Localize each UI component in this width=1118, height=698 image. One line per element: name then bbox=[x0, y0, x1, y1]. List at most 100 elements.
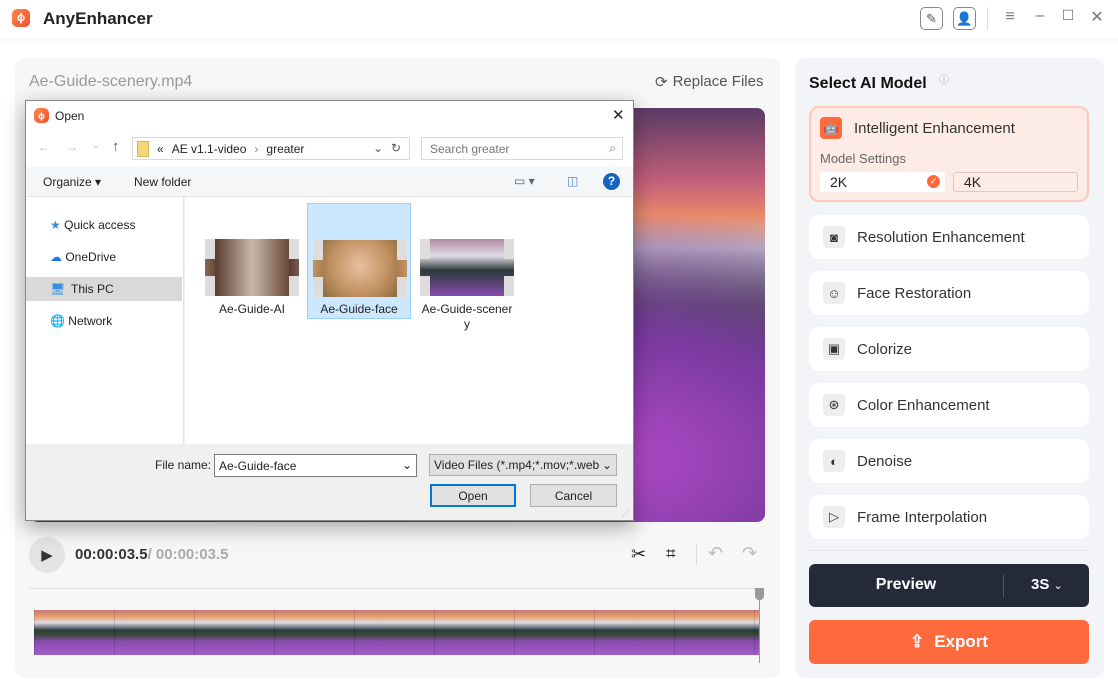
chevron-down-icon[interactable]: ⌄ bbox=[402, 458, 412, 472]
resize-grip-icon[interactable]: ⋰ bbox=[622, 509, 630, 518]
model-frame-interpolation[interactable]: ▷ Frame Interpolation bbox=[809, 495, 1089, 539]
file-type-select[interactable]: Video Files (*.mp4;*.mov;*.web ⌄ bbox=[429, 454, 617, 476]
search-input[interactable]: Search greater ⌕ bbox=[421, 137, 623, 160]
file-name: Ae-Guide-scenery.mp4 bbox=[29, 73, 193, 90]
model-face-restoration[interactable]: ☺ Face Restoration bbox=[809, 271, 1089, 315]
breadcrumb-item[interactable]: greater bbox=[266, 142, 304, 156]
file-item-selected[interactable]: Ae-Guide-face bbox=[307, 203, 411, 319]
cancel-button[interactable]: Cancel bbox=[530, 484, 617, 507]
star-icon: ★ bbox=[50, 218, 61, 232]
dialog-titlebar: ϕ Open ✕ bbox=[26, 101, 633, 131]
chevron-right-icon: › bbox=[254, 141, 259, 156]
colorize-icon: ▣ bbox=[823, 338, 845, 360]
organize-label: Organize bbox=[43, 175, 92, 189]
model-label: Frame Interpolation bbox=[857, 508, 988, 526]
replace-files-button[interactable]: ⟳ Replace Files bbox=[655, 73, 763, 91]
breadcrumb[interactable]: « AE v1.1-video › greater ⌄ ↻ bbox=[132, 137, 410, 160]
replace-icon: ⟳ bbox=[655, 74, 668, 91]
title-bar: ϕ AnyEnhancer ✎ 👤 ≡ – ☐ ✕ bbox=[0, 0, 1118, 38]
file-name: Ae-Guide-face bbox=[320, 302, 398, 316]
replace-label: Replace Files bbox=[672, 73, 764, 90]
model-label: Intelligent Enhancement bbox=[854, 120, 1015, 137]
undo-icon[interactable]: ↶ bbox=[708, 543, 723, 564]
model-resolution-enhancement[interactable]: ◙ Resolution Enhancement bbox=[809, 215, 1089, 259]
view-icon[interactable]: ▭ ▾ bbox=[514, 174, 535, 188]
model-settings-label: Model Settings bbox=[820, 151, 906, 166]
face-icon: ☺ bbox=[823, 282, 845, 304]
user-icon[interactable]: 👤 bbox=[953, 7, 976, 30]
model-label: Color Enhancement bbox=[857, 396, 990, 414]
divider bbox=[1003, 575, 1004, 597]
chevron-down-icon: ⌄ bbox=[1053, 580, 1063, 592]
divider bbox=[809, 550, 1089, 551]
export-label: Export bbox=[934, 632, 989, 651]
frame-interpolation-icon: ▷ bbox=[823, 506, 845, 528]
forward-icon[interactable]: → bbox=[66, 140, 78, 154]
back-icon[interactable]: ← bbox=[38, 140, 50, 154]
open-file-dialog: ϕ Open ✕ ← → ⌄ ↑ « AE v1.1-video › greate… bbox=[25, 100, 634, 521]
option-2k[interactable]: 2K ✓ bbox=[820, 172, 945, 192]
redo-icon[interactable]: ↷ bbox=[742, 543, 757, 564]
dialog-close-icon[interactable]: ✕ bbox=[612, 106, 625, 124]
crop-icon[interactable]: ⌗ bbox=[666, 544, 676, 564]
help-icon[interactable]: ? bbox=[603, 173, 620, 190]
option-4k[interactable]: 4K bbox=[953, 172, 1078, 192]
breadcrumb-overflow[interactable]: « bbox=[157, 142, 164, 156]
network-icon: 🌐 bbox=[50, 314, 65, 328]
model-colorize[interactable]: ▣ Colorize bbox=[809, 327, 1089, 371]
organize-button[interactable]: Organize ▾ bbox=[43, 175, 101, 189]
divider bbox=[987, 7, 988, 30]
close-icon[interactable]: ✕ bbox=[1087, 7, 1107, 27]
minimize-icon[interactable]: – bbox=[1030, 7, 1050, 25]
computer-icon: 🖥 bbox=[50, 282, 66, 296]
file-name: Ae-Guide-scener y bbox=[421, 302, 513, 331]
edit-icon[interactable]: ✎ bbox=[920, 7, 943, 30]
breadcrumb-item[interactable]: AE v1.1-video bbox=[172, 142, 247, 156]
navigation-pane: ★ Quick access ☁ OneDrive 🖥 This PC 🌐 Net… bbox=[26, 197, 184, 444]
preview-button[interactable]: Preview 3S ⌄ bbox=[809, 564, 1089, 607]
nav-this-pc[interactable]: 🖥 This PC bbox=[26, 277, 182, 301]
command-bar: Organize ▾ New folder ▭ ▾ ◫ ? bbox=[26, 167, 633, 197]
timeline-filmstrip[interactable] bbox=[34, 610, 760, 655]
denoise-icon: ◐ bbox=[823, 450, 845, 472]
model-intelligent-enhancement[interactable]: 🤖 Intelligent Enhancement Model Settings… bbox=[809, 106, 1089, 202]
model-denoise[interactable]: ◐ Denoise bbox=[809, 439, 1089, 483]
model-label: Denoise bbox=[857, 452, 913, 470]
preview-pane-icon[interactable]: ◫ bbox=[567, 174, 578, 188]
sidebar-title: Select AI Model bbox=[809, 75, 927, 92]
file-name-input[interactable]: Ae-Guide-face ⌄ bbox=[214, 454, 417, 477]
app-title: AnyEnhancer bbox=[43, 9, 153, 28]
model-color-enhancement[interactable]: ⊛ Color Enhancement bbox=[809, 383, 1089, 427]
open-button[interactable]: Open bbox=[430, 484, 516, 507]
nav-onedrive[interactable]: ☁ OneDrive bbox=[50, 250, 116, 264]
nav-label: OneDrive bbox=[65, 250, 117, 264]
cloud-icon: ☁ bbox=[50, 250, 62, 264]
cut-icon[interactable]: ✂ bbox=[631, 544, 646, 565]
file-item[interactable]: Ae-Guide-scener y bbox=[420, 239, 514, 332]
info-icon[interactable]: ⓘ bbox=[939, 71, 949, 86]
chevron-down-icon[interactable]: ⌄ bbox=[373, 141, 383, 155]
file-name: Ae-Guide-AI bbox=[218, 302, 286, 316]
video-thumbnail-icon bbox=[205, 239, 299, 296]
up-icon[interactable]: ↑ bbox=[112, 138, 120, 155]
maximize-icon[interactable]: ☐ bbox=[1058, 7, 1078, 24]
play-button[interactable]: ▶ bbox=[29, 537, 65, 573]
recent-chevron-icon[interactable]: ⌄ bbox=[92, 140, 100, 151]
file-item[interactable]: Ae-Guide-AI bbox=[205, 239, 299, 316]
nav-quick-access[interactable]: ★ Quick access bbox=[50, 218, 135, 232]
nav-network[interactable]: 🌐 Network bbox=[50, 314, 112, 328]
video-thumbnail-icon bbox=[420, 239, 514, 296]
new-folder-button[interactable]: New folder bbox=[134, 175, 191, 189]
nav-label: Quick access bbox=[64, 218, 136, 232]
dialog-title: Open bbox=[55, 109, 85, 123]
option-label: 2K bbox=[830, 174, 848, 190]
app-logo-icon: ϕ bbox=[12, 9, 30, 27]
menu-icon[interactable]: ≡ bbox=[1000, 8, 1020, 26]
current-time: 00:00:03.5 bbox=[75, 546, 148, 563]
robot-icon: 🤖 bbox=[820, 117, 842, 139]
model-label: Resolution Enhancement bbox=[857, 228, 1025, 246]
preview-duration-select[interactable]: 3S ⌄ bbox=[1031, 576, 1063, 593]
refresh-icon[interactable]: ↻ bbox=[391, 141, 401, 155]
export-button[interactable]: ⇪ Export bbox=[809, 620, 1089, 664]
file-type-value: Video Files (*.mp4;*.mov;*.web bbox=[434, 458, 600, 472]
